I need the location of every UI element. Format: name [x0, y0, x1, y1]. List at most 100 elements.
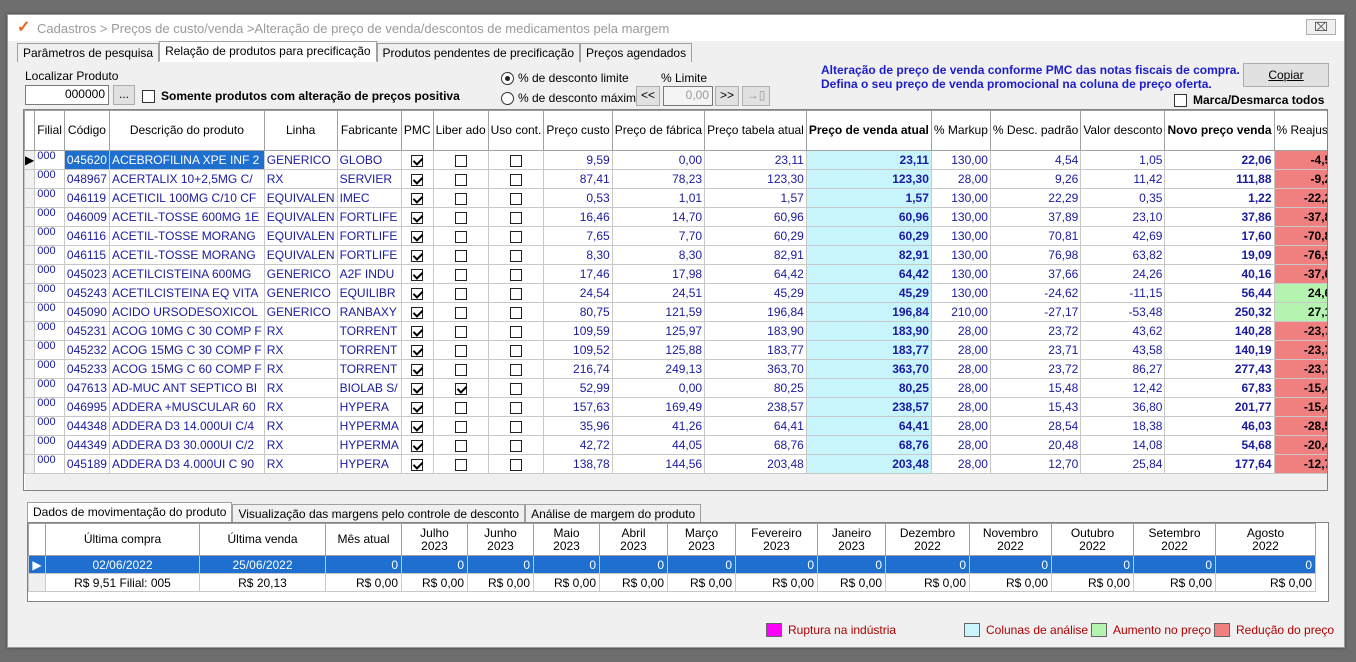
cell-7[interactable] — [487, 378, 545, 398]
mark-all-checkbox[interactable] — [1174, 94, 1187, 107]
cell-checkbox[interactable] — [509, 211, 522, 224]
table-row[interactable]: 000 046995 ADDERA +MUSCULAR 60 RX HYPERA 157,… — [24, 397, 1327, 417]
tab-analise-margem[interactable]: Análise de margem do produto — [525, 504, 702, 523]
cell-checkbox[interactable] — [454, 211, 467, 224]
column-header[interactable]: Descrição do produto — [108, 110, 265, 151]
cell-6[interactable] — [432, 435, 489, 455]
cell-5[interactable] — [400, 207, 434, 227]
cell-6[interactable] — [432, 321, 489, 341]
cell-5[interactable] — [400, 264, 434, 284]
cell-checkbox[interactable] — [454, 306, 467, 319]
cell-5[interactable] — [400, 283, 434, 303]
cell-checkbox[interactable] — [411, 249, 424, 262]
cell-checkbox[interactable] — [509, 249, 522, 262]
column-header[interactable]: Fabricante — [336, 110, 402, 151]
cell-checkbox[interactable] — [509, 344, 522, 357]
column-header[interactable]: Liber ado — [432, 110, 489, 151]
cell-7[interactable] — [487, 150, 545, 170]
cell-6[interactable] — [432, 416, 489, 436]
cell-checkbox[interactable] — [509, 401, 522, 414]
cell-checkbox[interactable] — [411, 458, 424, 471]
close-button[interactable]: ⌧ — [1306, 19, 1336, 35]
cell-checkbox[interactable] — [509, 154, 522, 167]
cell-5[interactable] — [400, 397, 434, 417]
cell-checkbox[interactable] — [454, 249, 467, 262]
cell-7[interactable] — [487, 340, 545, 360]
prev-button[interactable]: << — [636, 86, 660, 106]
cell-5[interactable] — [400, 150, 434, 170]
movement-row[interactable]: R$ 9,51 Filial: 005 R$ 20,13 R$ 0,00 R$ 0,0… — [28, 573, 1316, 592]
cell-checkbox[interactable] — [509, 420, 522, 433]
cell-7[interactable] — [487, 397, 545, 417]
cell-7[interactable] — [487, 359, 545, 379]
cell-5[interactable] — [400, 302, 434, 322]
cell-5[interactable] — [400, 188, 434, 208]
cell-checkbox[interactable] — [411, 287, 424, 300]
table-row[interactable]: 000 044348 ADDERA D3 14.000UI C/4 RX HYPERMA… — [24, 416, 1327, 436]
cell-7[interactable] — [487, 188, 545, 208]
cell-checkbox[interactable] — [509, 173, 522, 186]
cell-7[interactable] — [487, 264, 545, 284]
cell-checkbox[interactable] — [509, 363, 522, 376]
cell-6[interactable] — [432, 226, 489, 246]
cell-6[interactable] — [432, 359, 489, 379]
table-row[interactable]: 000 048967 ACERTALIX 10+2,5MG C/RX SERVIER 8… — [24, 169, 1327, 189]
cell-7[interactable] — [487, 245, 545, 265]
cell-5[interactable] — [400, 359, 434, 379]
cell-checkbox[interactable] — [454, 268, 467, 281]
column-header[interactable]: Preço tabela atual — [704, 110, 807, 151]
cell-checkbox[interactable] — [509, 306, 522, 319]
cell-checkbox[interactable] — [411, 211, 424, 224]
table-row[interactable]: 000 046119 ACETICIL 100MG C/10 CF EQUIVALEN… — [24, 188, 1327, 208]
table-row[interactable]: 000 045232 ACOG 15MG C 30 COMP F RX TORRENT 1… — [24, 340, 1327, 360]
cell-checkbox[interactable] — [454, 287, 467, 300]
column-header[interactable]: Valor desconto — [1080, 110, 1166, 151]
movement-row[interactable]: ▶ 02/06/2022 25/06/2022 0 0 0 0 0 0 0 0 0 0 0 0 0 — [28, 555, 1316, 574]
table-row[interactable]: 000 046009 ACETIL-TOSSE 600MG 1E EQUIVALEN F… — [24, 207, 1327, 227]
cell-checkbox[interactable] — [411, 173, 424, 186]
column-header[interactable]: PMC — [400, 110, 434, 151]
cell-checkbox[interactable] — [411, 325, 424, 338]
cell-7[interactable] — [487, 226, 545, 246]
tab-visualizacao-margens[interactable]: Visualização das margens pelo controle d… — [232, 504, 526, 523]
cell-7[interactable] — [487, 283, 545, 303]
cell-6[interactable] — [432, 378, 489, 398]
cell-checkbox[interactable] — [454, 363, 467, 376]
cell-checkbox[interactable] — [411, 192, 424, 205]
cell-checkbox[interactable] — [411, 401, 424, 414]
cell-5[interactable] — [400, 169, 434, 189]
cell-5[interactable] — [400, 454, 434, 474]
table-row[interactable]: 000 045189 ADDERA D3 4.000UI C 90 RX HYPERA 1… — [24, 454, 1327, 474]
search-button[interactable]: ... — [113, 85, 135, 105]
column-header[interactable]: Código — [63, 110, 110, 151]
tab-precos-agendados[interactable]: Preços agendados — [580, 43, 693, 62]
only-positive-checkbox[interactable] — [142, 90, 155, 103]
cell-checkbox[interactable] — [454, 382, 467, 395]
cell-checkbox[interactable] — [454, 401, 467, 414]
cell-5[interactable] — [400, 435, 434, 455]
cell-7[interactable] — [487, 302, 545, 322]
cell-7[interactable] — [487, 207, 545, 227]
cell-checkbox[interactable] — [509, 439, 522, 452]
column-header[interactable]: Preço de fábrica — [611, 110, 706, 151]
cell-6[interactable] — [432, 150, 489, 170]
cell-7[interactable] — [487, 435, 545, 455]
tab-produtos-pendentes[interactable]: Produtos pendentes de precificação — [376, 43, 581, 62]
cell-checkbox[interactable] — [509, 230, 522, 243]
cell-7[interactable] — [487, 454, 545, 474]
search-input[interactable]: 000000 — [25, 85, 109, 105]
cell-5[interactable] — [400, 245, 434, 265]
discount-limit-radio[interactable] — [501, 72, 514, 85]
cell-5[interactable] — [400, 416, 434, 436]
table-row[interactable]: 000 047613 AD-MUC ANT SEPTICO BI RX BIOLAB S… — [24, 378, 1327, 398]
cell-checkbox[interactable] — [411, 363, 424, 376]
cell-5[interactable] — [400, 321, 434, 341]
cell-checkbox[interactable] — [509, 325, 522, 338]
cell-6[interactable] — [432, 302, 489, 322]
cell-checkbox[interactable] — [411, 344, 424, 357]
apply-icon[interactable]: →▯ — [742, 86, 770, 106]
cell-5[interactable] — [400, 340, 434, 360]
column-header[interactable]: % Reajuste — [1273, 110, 1327, 151]
table-row[interactable]: 000 045243 ACETILCISTEINA EQ VITA GENERICO E… — [24, 283, 1327, 303]
cell-6[interactable] — [432, 397, 489, 417]
